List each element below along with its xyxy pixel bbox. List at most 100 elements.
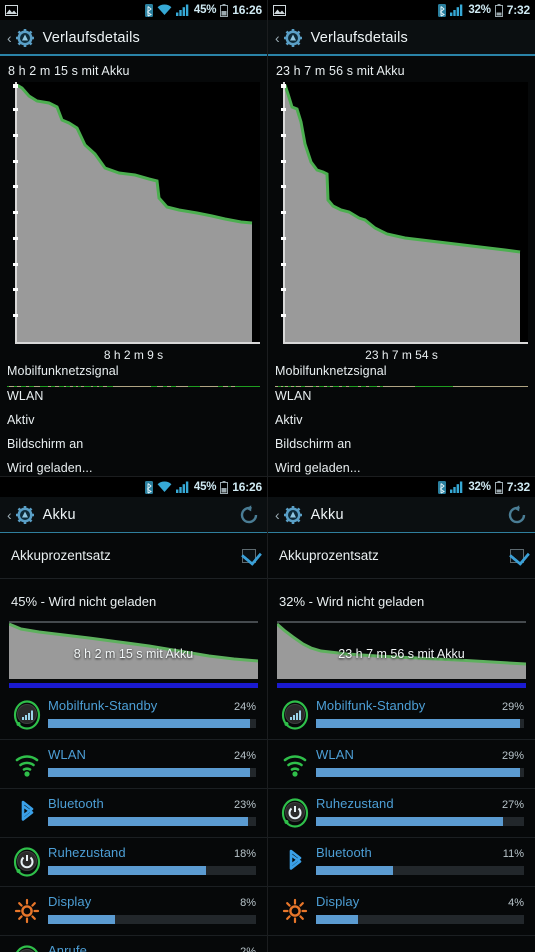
action-bar-history-left: ‹ Verlaufsdetails bbox=[0, 20, 267, 56]
screen-on-bar bbox=[7, 453, 260, 459]
cell-standby-icon bbox=[12, 700, 42, 730]
signal-icon bbox=[450, 4, 464, 16]
brightness-icon bbox=[280, 896, 310, 926]
settings-gear-icon bbox=[15, 28, 35, 48]
refresh-icon[interactable] bbox=[238, 504, 260, 526]
legend-label-bildschirm: Bildschirm an bbox=[7, 437, 84, 451]
bluetooth-icon bbox=[280, 847, 310, 877]
bluetooth-icon bbox=[438, 480, 447, 494]
list-item-content: Display 8% bbox=[48, 894, 256, 924]
list-item[interactable]: Bluetooth 23% bbox=[0, 789, 267, 838]
list-item[interactable]: Display 8% bbox=[0, 887, 267, 936]
wlan-bar bbox=[7, 405, 260, 411]
akku-mini-wlan-bar bbox=[277, 683, 526, 688]
signal-icon bbox=[450, 481, 464, 493]
list-item[interactable]: Mobilfunk-Standby 24% bbox=[0, 691, 267, 740]
list-item[interactable]: Mobilfunk-Standby 29% bbox=[268, 691, 535, 740]
legend-label-wlan: WLAN bbox=[7, 389, 44, 403]
akkuprozentsatz-checkbox[interactable] bbox=[242, 548, 256, 563]
settings-gear-icon bbox=[283, 505, 303, 525]
app-percent: 24% bbox=[233, 750, 256, 762]
battery-icon bbox=[220, 480, 229, 494]
chart-x-label: 23 h 7 m 54 s bbox=[365, 348, 438, 362]
akku-mini-chart-left[interactable]: 8 h 2 m 15 s mit Akku bbox=[9, 621, 258, 683]
list-item-content: Bluetooth 11% bbox=[316, 845, 524, 875]
app-usage-fill bbox=[316, 719, 520, 728]
akku-body-right: Akkuprozentsatz 32% - Wird nicht geladen… bbox=[268, 533, 535, 952]
wifi-icon bbox=[157, 4, 172, 16]
akku-body-left: Akkuprozentsatz 45% - Wird nicht geladen… bbox=[0, 533, 267, 952]
list-item[interactable]: Display 4% bbox=[268, 887, 535, 936]
akkuprozentsatz-label: Akkuprozentsatz bbox=[11, 548, 111, 563]
list-item-content: WLAN 29% bbox=[316, 747, 524, 777]
wifi-icon bbox=[12, 749, 42, 779]
panel-divider-horizontal bbox=[0, 476, 535, 477]
legend-label-wlan: WLAN bbox=[275, 389, 312, 403]
app-usage-fill bbox=[316, 768, 520, 777]
app-usage-track bbox=[48, 866, 256, 875]
wifi-icon bbox=[157, 481, 172, 493]
legend-label-laden: Wird geladen... bbox=[275, 461, 361, 475]
status-bar-bottom-left: 45% 16:26 bbox=[0, 477, 267, 497]
list-item[interactable]: Bluetooth 11% bbox=[268, 838, 535, 887]
signal-strength-bar bbox=[7, 380, 260, 387]
list-item[interactable]: Ruhezustand 18% bbox=[0, 838, 267, 887]
akkuprozentsatz-label: Akkuprozentsatz bbox=[279, 548, 379, 563]
history-body-right: 23 h 7 m 56 s mit Akku 23 h 7 m 54 s Mob… bbox=[268, 56, 535, 476]
app-percent: 23% bbox=[233, 799, 256, 811]
list-item[interactable]: WLAN 29% bbox=[268, 740, 535, 789]
wifi-icon bbox=[280, 749, 310, 779]
list-item[interactable]: WLAN 24% bbox=[0, 740, 267, 789]
app-percent: 29% bbox=[501, 701, 524, 713]
action-bar-akku-right: ‹ Akku bbox=[268, 497, 535, 533]
brightness-icon bbox=[12, 896, 42, 926]
app-usage-track bbox=[48, 768, 256, 777]
app-name: Mobilfunk-Standby bbox=[48, 698, 158, 713]
bluetooth-icon bbox=[12, 798, 42, 828]
charge-status-label: 32% - Wird nicht geladen bbox=[279, 594, 425, 609]
app-name: Bluetooth bbox=[316, 845, 372, 860]
status-bar-bottom-right: 32% 7:32 bbox=[268, 477, 535, 497]
app-usage-fill bbox=[316, 817, 504, 826]
app-percent: 24% bbox=[233, 701, 256, 713]
legend-label-aktiv: Aktiv bbox=[7, 413, 35, 427]
akkuprozentsatz-row[interactable]: Akkuprozentsatz bbox=[0, 533, 267, 579]
app-usage-track bbox=[316, 866, 524, 875]
akkuprozentsatz-row[interactable]: Akkuprozentsatz bbox=[268, 533, 535, 579]
list-item[interactable]: Ruhezustand 27% bbox=[268, 789, 535, 838]
action-bar-underline bbox=[268, 54, 535, 56]
akku-mini-chart-right[interactable]: 23 h 7 m 56 s mit Akku bbox=[277, 621, 526, 683]
back-chevron-icon[interactable]: ‹ bbox=[275, 507, 280, 523]
battery-percent-label: 32% bbox=[468, 481, 491, 493]
app-name: Ruhezustand bbox=[48, 845, 126, 860]
list-item-content: Mobilfunk-Standby 24% bbox=[48, 698, 256, 728]
image-icon bbox=[5, 4, 18, 16]
battery-percent-label: 45% bbox=[193, 4, 217, 16]
battery-icon bbox=[220, 3, 229, 17]
chart-title: 23 h 7 m 56 s mit Akku bbox=[276, 64, 405, 78]
back-chevron-icon[interactable]: ‹ bbox=[7, 507, 12, 523]
akkuprozentsatz-checkbox[interactable] bbox=[510, 548, 524, 563]
akku-mini-wlan-bar bbox=[9, 683, 258, 688]
app-usage-track bbox=[48, 915, 256, 924]
screen-on-bar bbox=[275, 453, 528, 459]
back-chevron-icon[interactable]: ‹ bbox=[7, 30, 12, 46]
akku-mini-chart-label: 23 h 7 m 56 s mit Akku bbox=[338, 647, 465, 661]
battery-history-svg bbox=[281, 82, 528, 344]
app-usage-fill bbox=[316, 915, 358, 924]
app-name: WLAN bbox=[48, 747, 86, 762]
app-usage-fill bbox=[316, 866, 393, 875]
chart-x-label: 8 h 2 m 9 s bbox=[103, 348, 164, 362]
page-title: Verlaufsdetails bbox=[42, 30, 140, 46]
app-usage-track bbox=[316, 768, 524, 777]
bluetooth-icon bbox=[144, 3, 153, 17]
action-bar-underline bbox=[0, 531, 267, 533]
back-chevron-icon[interactable]: ‹ bbox=[275, 30, 280, 46]
app-name: Display bbox=[316, 894, 360, 909]
legend-left: Mobilfunknetzsignal WLAN Aktiv Bildschir… bbox=[7, 364, 260, 476]
refresh-icon[interactable] bbox=[506, 504, 528, 526]
list-item-content: Bluetooth 23% bbox=[48, 796, 256, 826]
list-item[interactable]: Anrufe 2% bbox=[0, 936, 267, 952]
charge-status-label: 45% - Wird nicht geladen bbox=[11, 594, 157, 609]
page-title: Akku bbox=[42, 507, 76, 523]
